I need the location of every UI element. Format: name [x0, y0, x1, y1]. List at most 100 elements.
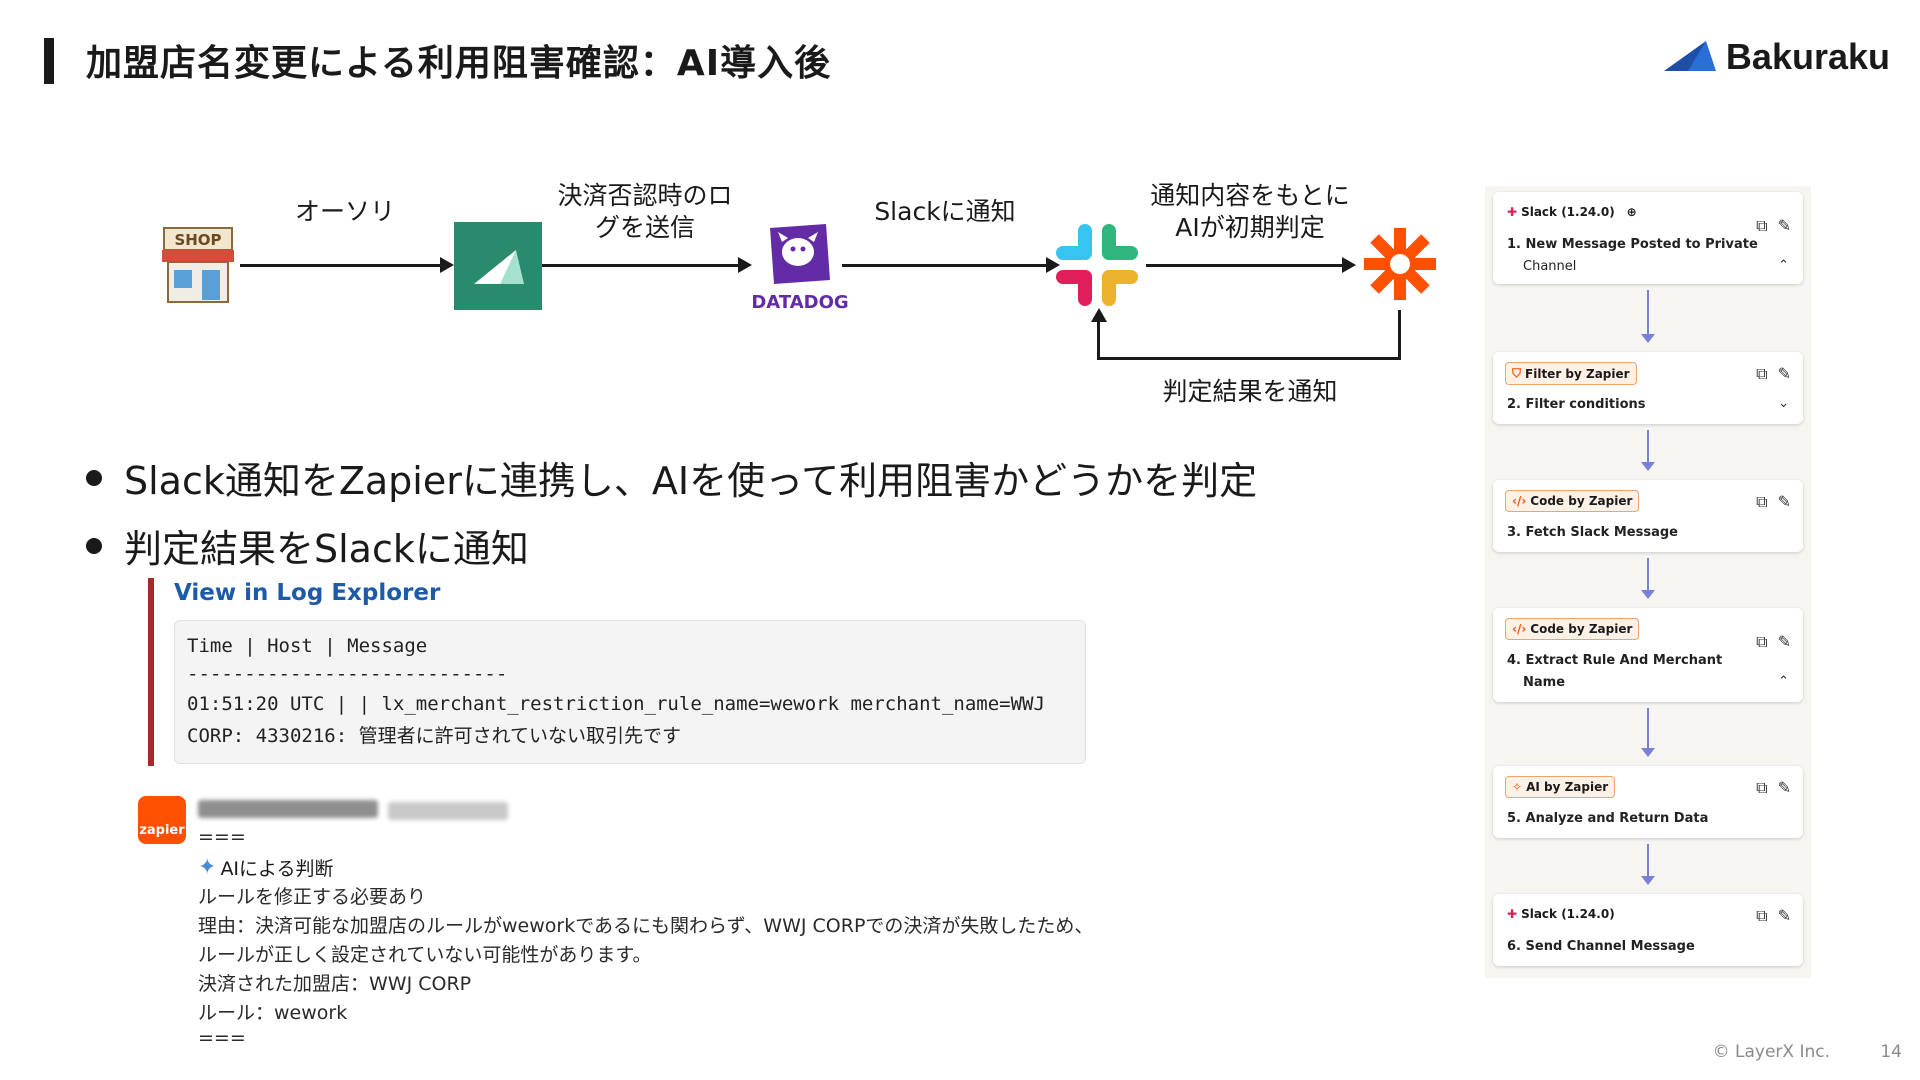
bakuraku-logo: Bakuraku: [1662, 36, 1890, 78]
step-app-name: Filter by Zapier: [1525, 366, 1630, 381]
edge-label-authorization: オーソリ: [294, 197, 395, 226]
slack-icon: ✚: [1507, 205, 1518, 219]
step-title-line2: Channel: [1523, 259, 1577, 274]
bullet-dot: [86, 537, 102, 554]
step-connector: [1647, 558, 1649, 592]
shop-icon: SHOP: [160, 226, 236, 304]
step-actions: ⧉ ✎: [1756, 492, 1791, 512]
zap-step-card-4[interactable]: ‹/› Code by Zapier 4. Extract Rule And Me…: [1493, 608, 1803, 702]
step-actions: ⧉ ✎: [1756, 364, 1791, 384]
message-line-2: 理由：決済可能な加盟店のルールがweworkであるにも関わらず、WWJ CORP…: [198, 915, 1094, 937]
zap-step-card-6[interactable]: ✚ Slack (1.24.0) 6. Send Channel Message …: [1493, 894, 1803, 966]
arrow-datadog-to-slack: [842, 264, 1046, 267]
bullet-dot: [86, 469, 102, 486]
code-icon: ‹/›: [1512, 622, 1527, 636]
edge-label-slack-notify: Slackに通知: [874, 197, 1016, 226]
bakuraku-logo-icon: [1663, 41, 1716, 71]
step-connector: [1647, 290, 1649, 336]
step-title-line1: 2. Filter conditions: [1507, 397, 1646, 412]
copy-icon[interactable]: ⧉: [1756, 632, 1767, 652]
step-connector: [1647, 430, 1649, 464]
blurred-meta: [388, 802, 508, 820]
zap-step-card-3[interactable]: ‹/› Code by Zapier 3. Fetch Slack Message…: [1493, 480, 1803, 552]
step-title-line1: 5. Analyze and Return Data: [1507, 811, 1709, 826]
zap-editor-panel: ✚ Slack (1.24.0) ⊕ 1. New Message Posted t…: [1485, 186, 1811, 978]
ai-sparkle-icon: ✧: [1512, 780, 1523, 794]
datadog-logo-icon: [764, 222, 834, 292]
step-app-badge: ‹/› Code by Zapier: [1505, 618, 1640, 640]
log-line-1: 01:51:20 UTC | | lx_merchant_restriction…: [187, 693, 1045, 715]
connector-arrow-icon: [1641, 462, 1655, 471]
redacted-sender-name: [198, 798, 518, 822]
zap-step-card-5[interactable]: ✧ AI by Zapier 5. Analyze and Return Data…: [1493, 766, 1803, 838]
copy-icon[interactable]: ⧉: [1756, 492, 1767, 512]
shop-sign-text: SHOP: [174, 231, 222, 249]
log-header: Time | Host | Message: [187, 635, 428, 657]
chevron-down-icon[interactable]: ⌄: [1778, 396, 1789, 411]
edit-icon[interactable]: ✎: [1778, 906, 1791, 926]
edit-icon[interactable]: ✎: [1778, 492, 1791, 512]
ai-heading-text: AIによる判断: [220, 858, 334, 880]
copy-icon[interactable]: ⧉: [1756, 778, 1767, 798]
filter-icon: ⛉: [1512, 366, 1522, 380]
copy-icon[interactable]: ⧉: [1756, 216, 1767, 236]
step-actions: ⧉ ✎: [1756, 906, 1791, 926]
copy-icon[interactable]: ⧉: [1756, 906, 1767, 926]
edit-icon[interactable]: ✎: [1778, 216, 1791, 236]
edge-label-log-send-1: 決済否認時のロ: [557, 181, 733, 210]
log-divider: ----------------------------: [187, 663, 508, 685]
message-separator-top: ===: [198, 826, 246, 848]
edge-label-log-send-2: グを送信: [594, 213, 695, 242]
chevron-up-icon[interactable]: ⌃: [1778, 674, 1789, 689]
status-check-icon: ⊕: [1626, 205, 1637, 219]
view-in-log-explorer-link[interactable]: View in Log Explorer: [174, 580, 440, 606]
arrow-head-icon: [1342, 257, 1356, 273]
step-app-badge: ✚ Slack (1.24.0): [1505, 904, 1621, 924]
connector-arrow-icon: [1641, 590, 1655, 599]
copyright: © LayerX Inc.: [1712, 1042, 1830, 1062]
arrow-shop-to-bakuraku: [240, 264, 440, 267]
arrow-head-icon: [738, 257, 752, 273]
step-app-name: AI by Zapier: [1526, 780, 1609, 794]
step-title-line1: 4. Extract Rule And Merchant: [1507, 653, 1723, 668]
sparkle-icon: ✦: [198, 855, 217, 880]
edge-label-ai-judge-2: AIが初期判定: [1175, 213, 1325, 242]
step-title-line1: 1. New Message Posted to Private: [1507, 237, 1758, 252]
step-app-name: Code by Zapier: [1530, 622, 1633, 636]
page-number: 14: [1880, 1042, 1902, 1062]
chevron-up-icon[interactable]: ⌃: [1778, 258, 1789, 273]
bullet-item-2: 判定結果をSlackに通知: [86, 518, 529, 573]
message-line-1: ルールを修正する必要あり: [198, 886, 427, 908]
log-accent-bar: [148, 578, 154, 766]
message-line-3: ルールが正しく設定されていない可能性があります。: [198, 944, 652, 966]
zap-step-card-1[interactable]: ✚ Slack (1.24.0) ⊕ 1. New Message Posted t…: [1493, 192, 1803, 284]
step-app-name: Slack (1.24.0): [1521, 907, 1615, 921]
zapier-avatar[interactable]: zapier: [138, 796, 186, 844]
return-line-horizontal: [1097, 357, 1401, 360]
step-title-line1: 3. Fetch Slack Message: [1507, 525, 1678, 540]
zapier-logo-icon: [1362, 226, 1438, 302]
step-title-line1: 6. Send Channel Message: [1507, 939, 1695, 954]
return-line-down: [1398, 310, 1401, 360]
edge-label-ai-judge-1: 通知内容をもとに: [1150, 181, 1350, 210]
datadog-label: DATADOG: [751, 292, 849, 313]
message-separator-bottom: ===: [198, 1027, 246, 1049]
edit-icon[interactable]: ✎: [1778, 632, 1791, 652]
copy-icon[interactable]: ⧉: [1756, 364, 1767, 384]
edit-icon[interactable]: ✎: [1778, 778, 1791, 798]
arrow-bakuraku-to-datadog: [542, 264, 738, 267]
step-connector: [1647, 844, 1649, 878]
code-icon: ‹/›: [1512, 494, 1527, 508]
bakuraku-app-icon: [454, 222, 542, 310]
zap-step-card-2[interactable]: ⛉ Filter by Zapier 2. Filter conditions ⧉…: [1493, 352, 1803, 424]
logo-text: Bakuraku: [1725, 36, 1890, 77]
step-actions: ⧉ ✎: [1756, 216, 1791, 236]
step-app-name: Code by Zapier: [1530, 494, 1633, 508]
return-line-up: [1097, 320, 1100, 360]
step-app-badge: ✧ AI by Zapier: [1505, 776, 1616, 798]
message-line-5: ルール：wework: [198, 1002, 348, 1024]
connector-arrow-icon: [1641, 876, 1655, 885]
edit-icon[interactable]: ✎: [1778, 364, 1791, 384]
blurred-name: [198, 800, 378, 818]
step-app-badge: ✚ Slack (1.24.0) ⊕: [1505, 202, 1643, 222]
